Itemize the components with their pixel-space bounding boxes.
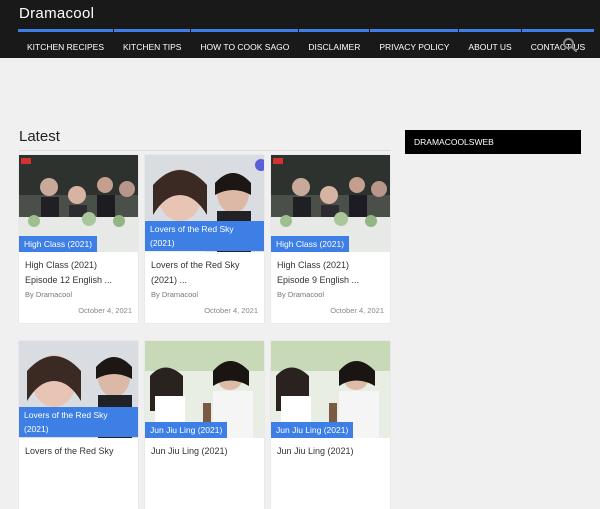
category-badge[interactable]: High Class (2021) <box>271 236 350 252</box>
nav-item-kitchen-recipes[interactable]: KITCHEN RECIPES <box>18 29 113 59</box>
nav-item-contact-us[interactable]: CONTACT US <box>521 29 595 59</box>
post-title[interactable]: Lovers of the Red Sky (2021) ... <box>151 258 259 288</box>
category-badge[interactable]: Lovers of the Red Sky (2021) <box>19 407 138 437</box>
post-title[interactable]: Jun Jiu Ling (2021) <box>277 444 385 459</box>
nav-item-about-us[interactable]: ABOUT US <box>459 29 521 59</box>
sidebar-widget-title: DRAMACOOLSWEB <box>405 130 581 154</box>
post-date: October 4, 2021 <box>204 306 258 315</box>
post-author[interactable]: By Dramacool <box>25 290 72 299</box>
category-badge[interactable]: High Class (2021) <box>19 236 98 252</box>
post-date: October 4, 2021 <box>78 306 132 315</box>
post-card[interactable]: Lovers of the Red Sky (2021) Lovers of t… <box>19 341 138 509</box>
section-title: Latest <box>19 128 60 145</box>
post-date: October 4, 2021 <box>330 306 384 315</box>
post-card[interactable]: Lovers of the Red Sky (2021) Lovers of t… <box>145 155 264 323</box>
post-author[interactable]: By Dramacool <box>151 290 198 299</box>
nav-item-privacy-policy[interactable]: PRIVACY POLICY <box>370 29 459 59</box>
category-badge[interactable]: Jun Jiu Ling (2021) <box>145 422 228 438</box>
site-header: Dramacool KITCHEN RECIPES KITCHEN TIPS H… <box>0 0 600 58</box>
post-card[interactable]: Jun Jiu Ling (2021) Jun Jiu Ling (2021) <box>145 341 264 509</box>
post-author[interactable]: By Dramacool <box>277 290 324 299</box>
search-icon[interactable] <box>562 37 578 53</box>
post-card[interactable]: High Class (2021) High Class (2021) Epis… <box>19 155 138 323</box>
section-divider <box>19 150 391 151</box>
post-title[interactable]: High Class (2021) Episode 9 English ... <box>277 258 385 288</box>
post-card[interactable]: Jun Jiu Ling (2021) Jun Jiu Ling (2021) <box>271 341 390 509</box>
nav-item-disclaimer[interactable]: DISCLAIMER <box>299 29 370 59</box>
category-badge[interactable]: Lovers of the Red Sky (2021) <box>145 221 264 251</box>
post-title[interactable]: High Class (2021) Episode 12 English ... <box>25 258 133 288</box>
nav-item-kitchen-tips[interactable]: KITCHEN TIPS <box>114 29 191 59</box>
post-card[interactable]: High Class (2021) High Class (2021) Epis… <box>271 155 390 323</box>
post-title[interactable]: Jun Jiu Ling (2021) <box>151 444 259 459</box>
post-title[interactable]: Lovers of the Red Sky <box>25 444 133 459</box>
site-title[interactable]: Dramacool <box>19 5 94 22</box>
category-badge[interactable]: Jun Jiu Ling (2021) <box>271 422 354 438</box>
nav-item-how-to-cook-sago[interactable]: HOW TO COOK SAGO <box>191 29 299 59</box>
main-nav: KITCHEN RECIPES KITCHEN TIPS HOW TO COOK… <box>18 29 595 59</box>
